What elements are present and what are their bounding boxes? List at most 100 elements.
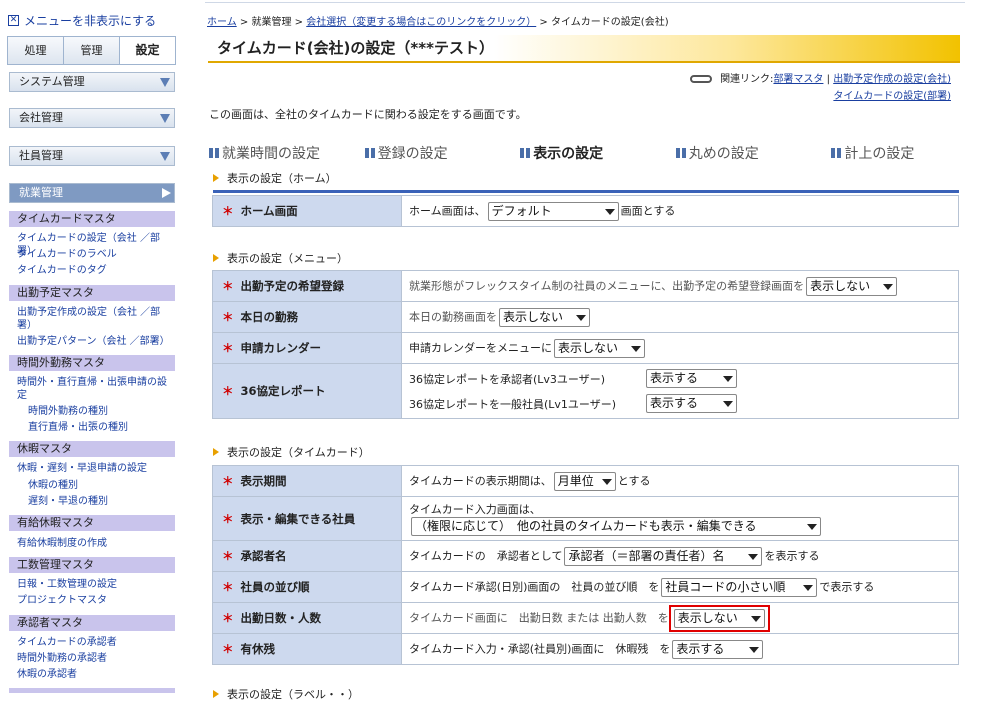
section-system[interactable]: システム管理 <box>9 72 175 92</box>
page-title: タイムカード(会社)の設定（***テスト） <box>208 35 960 63</box>
sidebar-link[interactable]: 定 <box>17 389 173 402</box>
tab-settings[interactable]: 設定 <box>120 37 175 64</box>
sidebar-link[interactable]: 時間外勤務の種別 <box>28 405 182 418</box>
chevron-down-icon <box>723 376 733 382</box>
divider <box>205 2 965 3</box>
sidebar-link[interactable]: 出勤予定パターン（会社 ／部署） <box>17 335 173 348</box>
menu-settings-table: ＊出勤予定の希望登録 就業形態がフレックスタイム制の社員のメニューに、出勤予定の… <box>212 270 959 419</box>
table-row: ＊社員の並び順 タイムカード承認(日別)画面の 社員の並び順 を社員コードの小さ… <box>212 571 959 603</box>
sidebar-link[interactable]: 休暇・遅刻・早退申請の設定 <box>17 462 173 475</box>
tab-display[interactable]: 表示の設定 <box>520 143 676 163</box>
tab-rounding[interactable]: 丸めの設定 <box>675 143 832 163</box>
link-icon <box>690 75 713 83</box>
triangle-icon <box>213 254 219 262</box>
chevron-down-icon <box>604 208 615 215</box>
chevron-down-icon <box>160 78 170 87</box>
table-row: ＊出勤予定の希望登録 就業形態がフレックスタイム制の社員のメニューに、出勤予定の… <box>212 270 959 302</box>
row-label: ＊表示・編集できる社員 <box>212 496 402 541</box>
section-company[interactable]: 会社管理 <box>9 108 175 128</box>
related-timecard-dept[interactable]: タイムカードの設定(部署) <box>833 91 951 102</box>
highlight-box: 表示しない <box>668 604 770 632</box>
section-employee[interactable]: 社員管理 <box>9 146 175 166</box>
group-title: タイムカードマスタ <box>9 211 175 227</box>
row-value: 本日の勤務画面を 表示しない <box>401 301 959 333</box>
sidebar-link[interactable]: 直行直帰・出張の種別 <box>28 421 182 434</box>
sidebar-link[interactable]: 時間外・直行直帰・出張申請の設 <box>17 376 173 389</box>
schedule-request-select[interactable]: 表示しない <box>806 276 898 296</box>
today-work-select[interactable]: 表示しない <box>499 307 590 327</box>
sidebar-link[interactable]: プロジェクトマスタ <box>17 594 173 607</box>
sidebar-link[interactable]: タイムカードの承認者 <box>17 636 173 649</box>
sidebar-link[interactable]: タイムカードのタグ <box>17 264 173 277</box>
sidebar-link[interactable]: 休暇の承認者 <box>17 668 173 681</box>
table-row: ＊ホーム画面 ホーム画面は、 デフォルト 画面とする <box>212 195 959 227</box>
chevron-right-icon <box>162 188 171 198</box>
chevron-down-icon <box>749 646 760 653</box>
grid-icon <box>209 148 219 158</box>
group-title: 出勤予定マスタ <box>9 285 175 301</box>
collapse-icon: ✕ <box>8 15 19 26</box>
chevron-down-icon <box>601 478 612 485</box>
sidebar-link[interactable]: 署） <box>17 319 173 332</box>
sidebar-link[interactable]: 有給休暇制度の作成 <box>17 537 173 550</box>
section-heading: 表示の設定（タイムカード） <box>213 444 370 460</box>
section-heading: 表示の設定（メニュー） <box>213 250 348 266</box>
row-value: タイムカードの表示期間は、 月単位 とする <box>401 465 959 497</box>
tab-manage[interactable]: 管理 <box>64 37 120 64</box>
sidebar-link[interactable]: 時間外勤務の承認者 <box>17 652 173 665</box>
table-row: ＊有休残 タイムカード入力・承認(社員別)画面に 休暇残 を表示する <box>212 633 959 665</box>
calendar-select[interactable]: 表示しない <box>554 338 645 358</box>
chevron-down-icon <box>160 114 170 123</box>
main-content: ホーム > 就業管理 > 会社選択（変更する場合はこのリンクをクリック） > タ… <box>205 0 965 701</box>
sort-order-select[interactable]: 社員コードの小さい順 <box>661 577 818 597</box>
tab-registration[interactable]: 登録の設定 <box>364 143 521 163</box>
attendance-days-select[interactable]: 表示しない <box>673 608 765 628</box>
hide-menu-link[interactable]: ✕ メニューを非表示にする <box>8 12 156 29</box>
period-select[interactable]: 月単位 <box>553 471 616 491</box>
home-screen-select[interactable]: デフォルト <box>487 201 619 221</box>
sidebar-link[interactable]: 遅刻・早退の種別 <box>28 495 182 508</box>
row-label: ＊表示期間 <box>212 465 402 497</box>
section-attendance[interactable]: 就業管理 <box>9 183 175 203</box>
chevron-down-icon <box>576 314 586 321</box>
grid-icon <box>520 148 531 158</box>
sidebar-link[interactable]: 休暇の種別 <box>28 479 182 492</box>
group-title: 有給休暇マスタ <box>9 515 175 531</box>
tab-work-hours[interactable]: 就業時間の設定 <box>209 143 365 163</box>
triangle-icon <box>213 174 219 182</box>
chevron-down-icon <box>750 615 761 622</box>
breadcrumb-home[interactable]: ホーム <box>207 17 237 28</box>
section-heading: 表示の設定（ラベル・・） <box>213 686 359 702</box>
table-row: ＊ 36協定レポート 36協定レポートを承認者(Lv3ユーザー) 表示する 36協定… <box>212 363 959 419</box>
group-title: 承認者マスタ <box>9 615 175 631</box>
tab-process[interactable]: 処理 <box>8 37 64 64</box>
editable-employee-select[interactable]: （権限に応じて） 他の社員のタイムカードも表示・編集できる <box>411 517 821 536</box>
report-employee-select[interactable]: 表示する <box>646 394 737 413</box>
timecard-settings-table: ＊表示期間 タイムカードの表示期間は、 月単位 とする ＊表示・編集できる社員 タイ… <box>212 465 959 665</box>
table-row: ＊表示・編集できる社員 タイムカード入力画面は、 （権限に応じて） 他の社員のタイ… <box>212 496 959 541</box>
row-value: タイムカードの 承認者として 承認者（＝部署の責任者）名 を表示する <box>401 540 959 572</box>
chevron-down-icon <box>748 553 759 560</box>
grid-icon <box>675 148 686 158</box>
report-approver-select[interactable]: 表示する <box>646 369 737 388</box>
home-settings-table: ＊ホーム画面 ホーム画面は、 デフォルト 画面とする <box>212 195 959 227</box>
row-value: タイムカード入力・承認(社員別)画面に 休暇残 を表示する <box>401 633 959 665</box>
chevron-down-icon <box>631 345 641 352</box>
group-title-partial <box>9 688 175 693</box>
leave-balance-select[interactable]: 表示する <box>672 639 764 659</box>
related-dept-master[interactable]: 部署マスタ <box>773 74 823 85</box>
row-label: ＊社員の並び順 <box>212 571 402 603</box>
approver-name-select[interactable]: 承認者（＝部署の責任者）名 <box>564 546 763 566</box>
related-schedule-settings[interactable]: 出勤予定作成の設定(会社) <box>833 74 951 85</box>
sidebar-link[interactable]: 日報・工数管理の設定 <box>17 578 173 591</box>
table-row: ＊本日の勤務 本日の勤務画面を 表示しない <box>212 301 959 333</box>
sidebar-link[interactable]: タイムカードのラベル <box>17 248 173 261</box>
page-description: この画面は、全社のタイムカードに関わる設定をする画面です。 <box>209 108 527 121</box>
breadcrumb-company[interactable]: 会社選択（変更する場合はこのリンクをクリック） <box>306 17 536 28</box>
grid-icon <box>364 148 375 158</box>
tab-accounting[interactable]: 計上の設定 <box>831 143 961 163</box>
chevron-down-icon <box>807 524 817 530</box>
settings-tabs: 就業時間の設定 登録の設定 表示の設定 丸めの設定 計上の設定 <box>209 143 961 163</box>
table-row: ＊出勤日数・人数 タイムカード画面に 出勤日数 または 出勤人数 を表示しない <box>212 602 959 634</box>
sidebar-link[interactable]: 出勤予定作成の設定（会社 ／部 <box>17 306 173 319</box>
